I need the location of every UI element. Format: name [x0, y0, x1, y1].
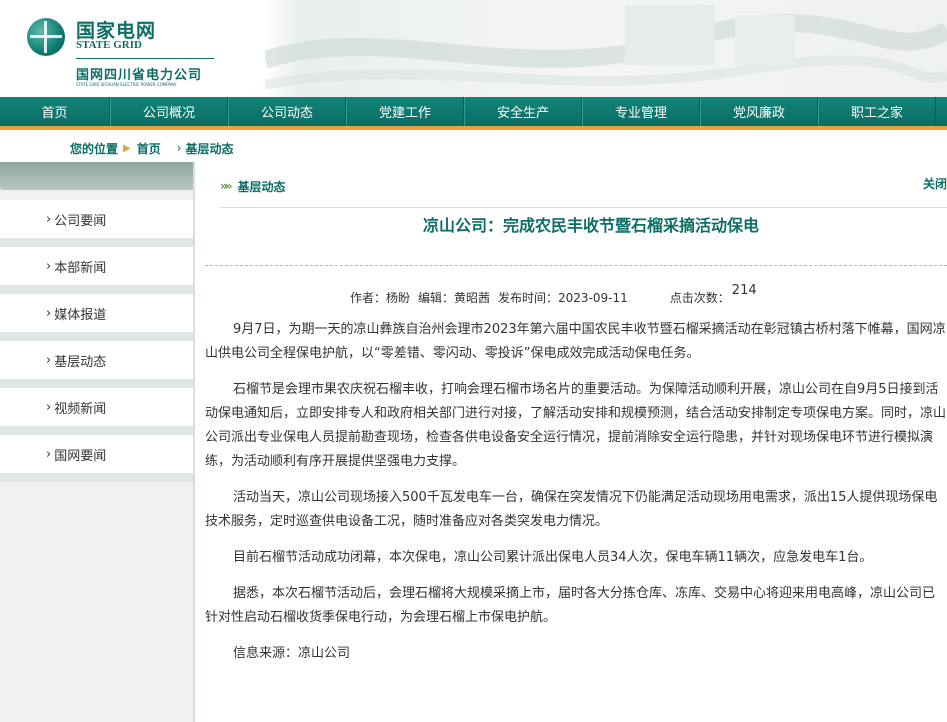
logo-divider — [76, 58, 214, 59]
company-name: 国网四川省电力公司 — [76, 68, 203, 83]
logo-text-en: STATE GRID — [76, 39, 142, 51]
nav-item-safety[interactable]: 安全生产 — [464, 97, 582, 126]
breadcrumb-chevron-icon: › — [176, 141, 182, 155]
sidebar-divider — [193, 162, 195, 722]
header-banner-decoration — [265, 5, 947, 90]
article-paragraph: 石榴节是会理市果农庆祝石榴丰收，打响会理石榴市场名片的重要活动。为保障活动顺利开… — [205, 382, 947, 469]
article-body: 9月7日，为期一天的凉山彝族自治州会理市2023年第六届中国农民丰收节暨石榴采摘… — [205, 318, 947, 678]
nav-item-party-building[interactable]: 党建工作 — [346, 97, 464, 126]
article-paragraph: 活动当天，凉山公司现场接入500千瓦发电车一台，确保在突发情况下仍能满足活动现场… — [205, 490, 938, 529]
sidebar-item-label: 本部新闻 — [54, 260, 107, 276]
hits-label: 点击次数： — [669, 291, 730, 305]
nav-item-integrity[interactable]: 党风廉政 — [700, 97, 818, 126]
hits-count: 214 — [731, 283, 757, 298]
section-divider — [220, 207, 947, 208]
chevron-right-icon: › — [46, 399, 52, 415]
article-editor: 编辑：黄昭茜 — [418, 291, 491, 305]
chevron-right-icon: › — [46, 446, 52, 462]
article-source: 信息来源：凉山公司 — [233, 646, 351, 661]
chevron-right-icon: › — [46, 352, 52, 368]
sidebar-item-label: 国网要闻 — [54, 448, 107, 464]
sidebar-item-label: 基层动态 — [54, 354, 107, 370]
sidebar-item-video-news[interactable]: › 视频新闻 — [0, 388, 195, 435]
breadcrumb-prefix: 您的位置 — [70, 141, 119, 156]
article-paragraph: 目前石榴节活动成功闭幕，本次保电，凉山公司累计派出保电人员34人次，保电车辆11… — [233, 550, 873, 565]
article-paragraph: 据悉，本次石榴节活动后，会理石榴将大规模采摘上市，届时各大分拣仓库、冻库、交易中… — [205, 586, 936, 625]
breadcrumb-arrow-icon: ▶ — [123, 142, 131, 154]
article-title: 凉山公司：完成农民丰收节暨石榴采摘活动保电 — [422, 216, 759, 235]
article-publish-time: 发布时间：2023-09-11 — [498, 291, 628, 305]
chevron-right-icon: › — [46, 305, 52, 321]
sidebar-item-company-news[interactable]: › 公司要闻 — [0, 200, 195, 247]
main-nav: 首页 公司概况 公司动态 党建工作 安全生产 专业管理 党风廉政 职工之家 — [0, 97, 947, 130]
section-header: »» 基层动态 关闭 — [220, 175, 947, 197]
sidebar-item-state-grid-news[interactable]: › 国网要闻 — [0, 435, 195, 482]
article-paragraph: 9月7日，为期一天的凉山彝族自治州会理市2023年第六届中国农民丰收节暨石榴采摘… — [205, 322, 946, 361]
sidebar-header — [0, 162, 195, 190]
double-chevron-icon: »» — [220, 179, 232, 193]
chevron-right-icon: › — [46, 211, 52, 227]
breadcrumb-current[interactable]: 基层动态 — [186, 140, 234, 157]
logo[interactable]: 国家电网 STATE GRID 国网四川省电力公司 STATE GRID SIC… — [27, 14, 257, 92]
site-header: 国家电网 STATE GRID 国网四川省电力公司 STATE GRID SIC… — [0, 0, 947, 97]
close-link[interactable]: 关闭 — [923, 175, 947, 192]
state-grid-globe-icon — [27, 18, 65, 56]
section-title: 基层动态 — [237, 179, 286, 194]
chevron-right-icon: › — [46, 258, 52, 274]
sidebar-item-hq-news[interactable]: › 本部新闻 — [0, 247, 195, 294]
sidebar-item-label: 视频新闻 — [54, 401, 107, 417]
article-author: 作者：杨盼 — [350, 291, 411, 305]
sidebar-list: › 公司要闻 › 本部新闻 › 媒体报道 › 基层动态 › 视频新闻 › 国网要… — [0, 200, 195, 482]
company-name-en: STATE GRID SICHUAN ELECTRIC POWER COMPAN… — [76, 82, 177, 87]
sidebar-item-label: 公司要闻 — [54, 213, 107, 229]
sidebar-item-label: 媒体报道 — [54, 307, 107, 323]
sidebar-item-grassroots-news[interactable]: › 基层动态 — [0, 341, 195, 388]
nav-item-home[interactable]: 首页 — [0, 97, 110, 126]
breadcrumb: 您的位置 ▶ 首页 › 基层动态 — [0, 134, 947, 162]
sidebar: › 公司要闻 › 本部新闻 › 媒体报道 › 基层动态 › 视频新闻 › 国网要… — [0, 162, 195, 722]
nav-item-company-overview[interactable]: 公司概况 — [110, 97, 228, 126]
breadcrumb-home-link[interactable]: 首页 — [137, 140, 161, 157]
title-divider — [205, 265, 947, 266]
nav-item-professional-management[interactable]: 专业管理 — [582, 97, 700, 126]
main-content: »» 基层动态 关闭 凉山公司：完成农民丰收节暨石榴采摘活动保电 作者：杨盼 编… — [205, 162, 947, 722]
sidebar-item-media-reports[interactable]: › 媒体报道 — [0, 294, 195, 341]
nav-item-staff-home[interactable]: 职工之家 — [818, 97, 936, 126]
article-meta: 作者：杨盼 编辑：黄昭茜 发布时间：2023-09-11 点击次数： 214 — [350, 283, 757, 306]
nav-item-company-news[interactable]: 公司动态 — [228, 97, 346, 126]
